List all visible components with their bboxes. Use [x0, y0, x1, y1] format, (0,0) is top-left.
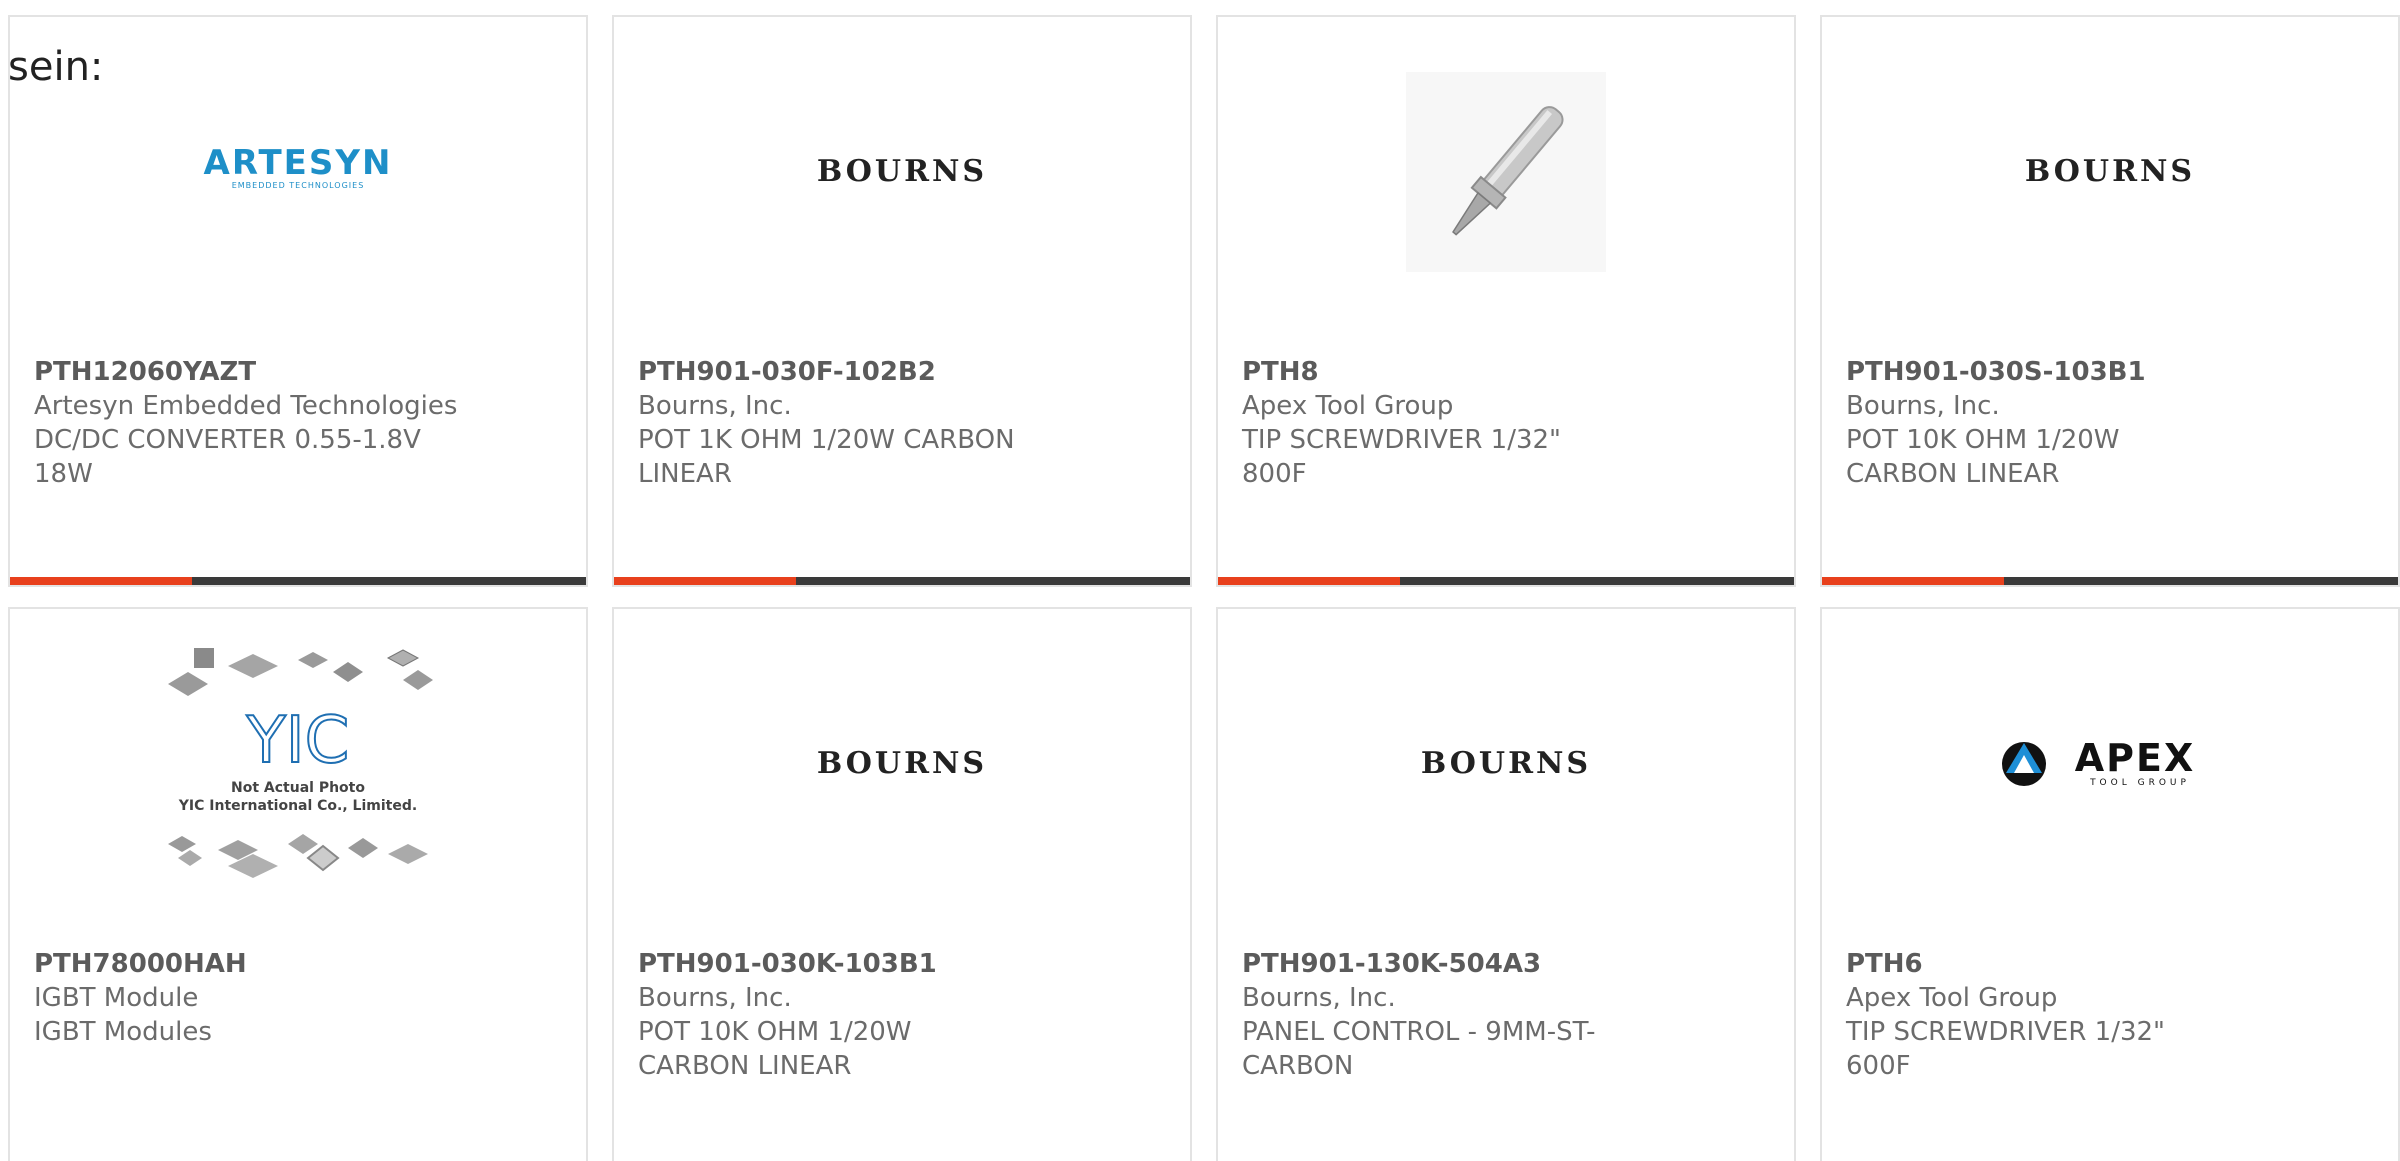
- card-accent-bar: [614, 577, 796, 585]
- logo-text: BOURNS: [817, 154, 987, 189]
- product-info: PTH901-030S-103B1 Bourns, Inc. POT 10K O…: [1846, 355, 2374, 491]
- artesyn-logo: ARTESYN EMBEDDED TECHNOLOGIES: [204, 143, 393, 190]
- part-number[interactable]: PTH78000HAH: [34, 947, 562, 981]
- product-grid-page: sein: ARTESYN EMBEDDED TECHNOLOGIES PTH1…: [0, 0, 2400, 1161]
- part-number[interactable]: PTH901-030K-103B1: [638, 947, 1166, 981]
- part-number[interactable]: PTH901-030S-103B1: [1846, 355, 2374, 389]
- manufacturer: Bourns, Inc.: [1846, 391, 2000, 421]
- yic-placeholder-image: YIC Not Actual Photo YIC International C…: [168, 648, 433, 878]
- bourns-logo: BOURNS: [817, 154, 987, 189]
- part-number[interactable]: PTH901-030F-102B2: [638, 355, 1166, 389]
- product-info: PTH901-130K-504A3 Bourns, Inc. PANEL CON…: [1242, 947, 1770, 1083]
- manufacturer: Bourns, Inc.: [1242, 983, 1396, 1013]
- logo-text: BOURNS: [1421, 746, 1591, 781]
- manufacturer: Bourns, Inc.: [638, 983, 792, 1013]
- card-bottom-bar: [10, 577, 586, 585]
- product-card[interactable]: BOURNS PTH901-030S-103B1 Bourns, Inc. PO…: [1820, 15, 2400, 587]
- card-bottom-bar: [614, 577, 1190, 585]
- description: PANEL CONTROL - 9MM-ST-CARBON: [1242, 1017, 1596, 1081]
- card-accent-bar: [1822, 577, 2004, 585]
- product-card[interactable]: BOURNS PTH901-030K-103B1 Bourns, Inc. PO…: [612, 607, 1192, 1161]
- manufacturer: Artesyn Embedded Technologies: [34, 391, 458, 421]
- card-bottom-bar: [1218, 577, 1794, 585]
- description: TIP SCREWDRIVER 1/32" 600F: [1846, 1017, 2165, 1081]
- product-info: PTH12060YAZT Artesyn Embedded Technologi…: [34, 355, 562, 491]
- product-image: BOURNS: [1218, 664, 1794, 864]
- product-image: ARTESYN EMBEDDED TECHNOLOGIES: [10, 72, 586, 272]
- product-card[interactable]: PTH8 Apex Tool Group TIP SCREWDRIVER 1/3…: [1216, 15, 1796, 587]
- product-card[interactable]: BOURNS PTH901-030F-102B2 Bourns, Inc. PO…: [612, 15, 1192, 587]
- description: POT 1K OHM 1/20W CARBON LINEAR: [638, 425, 1015, 489]
- product-card[interactable]: BOURNS PTH901-130K-504A3 Bourns, Inc. PA…: [1216, 607, 1796, 1161]
- part-number[interactable]: PTH8: [1242, 355, 1770, 389]
- description: DC/DC CONVERTER 0.55-1.8V 18W: [34, 425, 421, 489]
- product-grid: ARTESYN EMBEDDED TECHNOLOGIES PTH12060YA…: [8, 15, 2400, 1161]
- description: POT 10K OHM 1/20W CARBON LINEAR: [1846, 425, 2120, 489]
- logo-text: BOURNS: [817, 746, 987, 781]
- bourns-logo: BOURNS: [817, 746, 987, 781]
- logo-text: BOURNS: [2025, 154, 2195, 189]
- manufacturer: Bourns, Inc.: [638, 391, 792, 421]
- product-card[interactable]: ARTESYN EMBEDDED TECHNOLOGIES PTH12060YA…: [8, 15, 588, 587]
- bourns-logo: BOURNS: [2025, 154, 2195, 189]
- yic-logo-icon: YIC: [246, 704, 350, 778]
- part-number[interactable]: PTH901-130K-504A3: [1242, 947, 1770, 981]
- manufacturer: Apex Tool Group: [1846, 983, 2058, 1013]
- product-image: YIC Not Actual Photo YIC International C…: [10, 648, 586, 878]
- product-card[interactable]: APEX TOOL GROUP PTH6 Apex Tool Group TIP…: [1820, 607, 2400, 1161]
- placeholder-line-2: YIC International Co., Limited.: [178, 798, 417, 814]
- manufacturer: IGBT Module: [34, 983, 199, 1013]
- product-info: PTH901-030F-102B2 Bourns, Inc. POT 1K OH…: [638, 355, 1166, 491]
- apex-logo: APEX TOOL GROUP: [2002, 736, 2196, 788]
- soldering-tip-photo: [1406, 72, 1606, 272]
- logo-text: ARTESYN: [204, 143, 393, 183]
- product-image: BOURNS: [614, 72, 1190, 272]
- part-number[interactable]: PTH12060YAZT: [34, 355, 562, 389]
- product-image: BOURNS: [1822, 72, 2398, 272]
- description: TIP SCREWDRIVER 1/32" 800F: [1242, 425, 1561, 489]
- card-bottom-bar: [1822, 577, 2398, 585]
- part-number[interactable]: PTH6: [1846, 947, 2374, 981]
- section-label: sein:: [8, 44, 104, 90]
- description: IGBT Modules: [34, 1017, 212, 1047]
- product-image: BOURNS: [614, 664, 1190, 864]
- product-image: APEX TOOL GROUP: [1822, 664, 2398, 864]
- logo-subtext: TOOL GROUP: [2089, 778, 2190, 788]
- logo-subtext: EMBEDDED TECHNOLOGIES: [232, 181, 365, 190]
- product-info: PTH8 Apex Tool Group TIP SCREWDRIVER 1/3…: [1242, 355, 1770, 491]
- manufacturer: Apex Tool Group: [1242, 391, 1454, 421]
- product-info: PTH901-030K-103B1 Bourns, Inc. POT 10K O…: [638, 947, 1166, 1083]
- product-info: PTH6 Apex Tool Group TIP SCREWDRIVER 1/3…: [1846, 947, 2374, 1083]
- product-card[interactable]: YIC Not Actual Photo YIC International C…: [8, 607, 588, 1161]
- description: POT 10K OHM 1/20W CARBON LINEAR: [638, 1017, 912, 1081]
- product-image: [1218, 72, 1794, 272]
- bourns-logo: BOURNS: [1421, 746, 1591, 781]
- card-accent-bar: [1218, 577, 1400, 585]
- product-info: PTH78000HAH IGBT Module IGBT Modules: [34, 947, 562, 1049]
- card-accent-bar: [10, 577, 192, 585]
- placeholder-line-1: Not Actual Photo: [231, 780, 365, 796]
- logo-text: APEX: [2075, 736, 2196, 780]
